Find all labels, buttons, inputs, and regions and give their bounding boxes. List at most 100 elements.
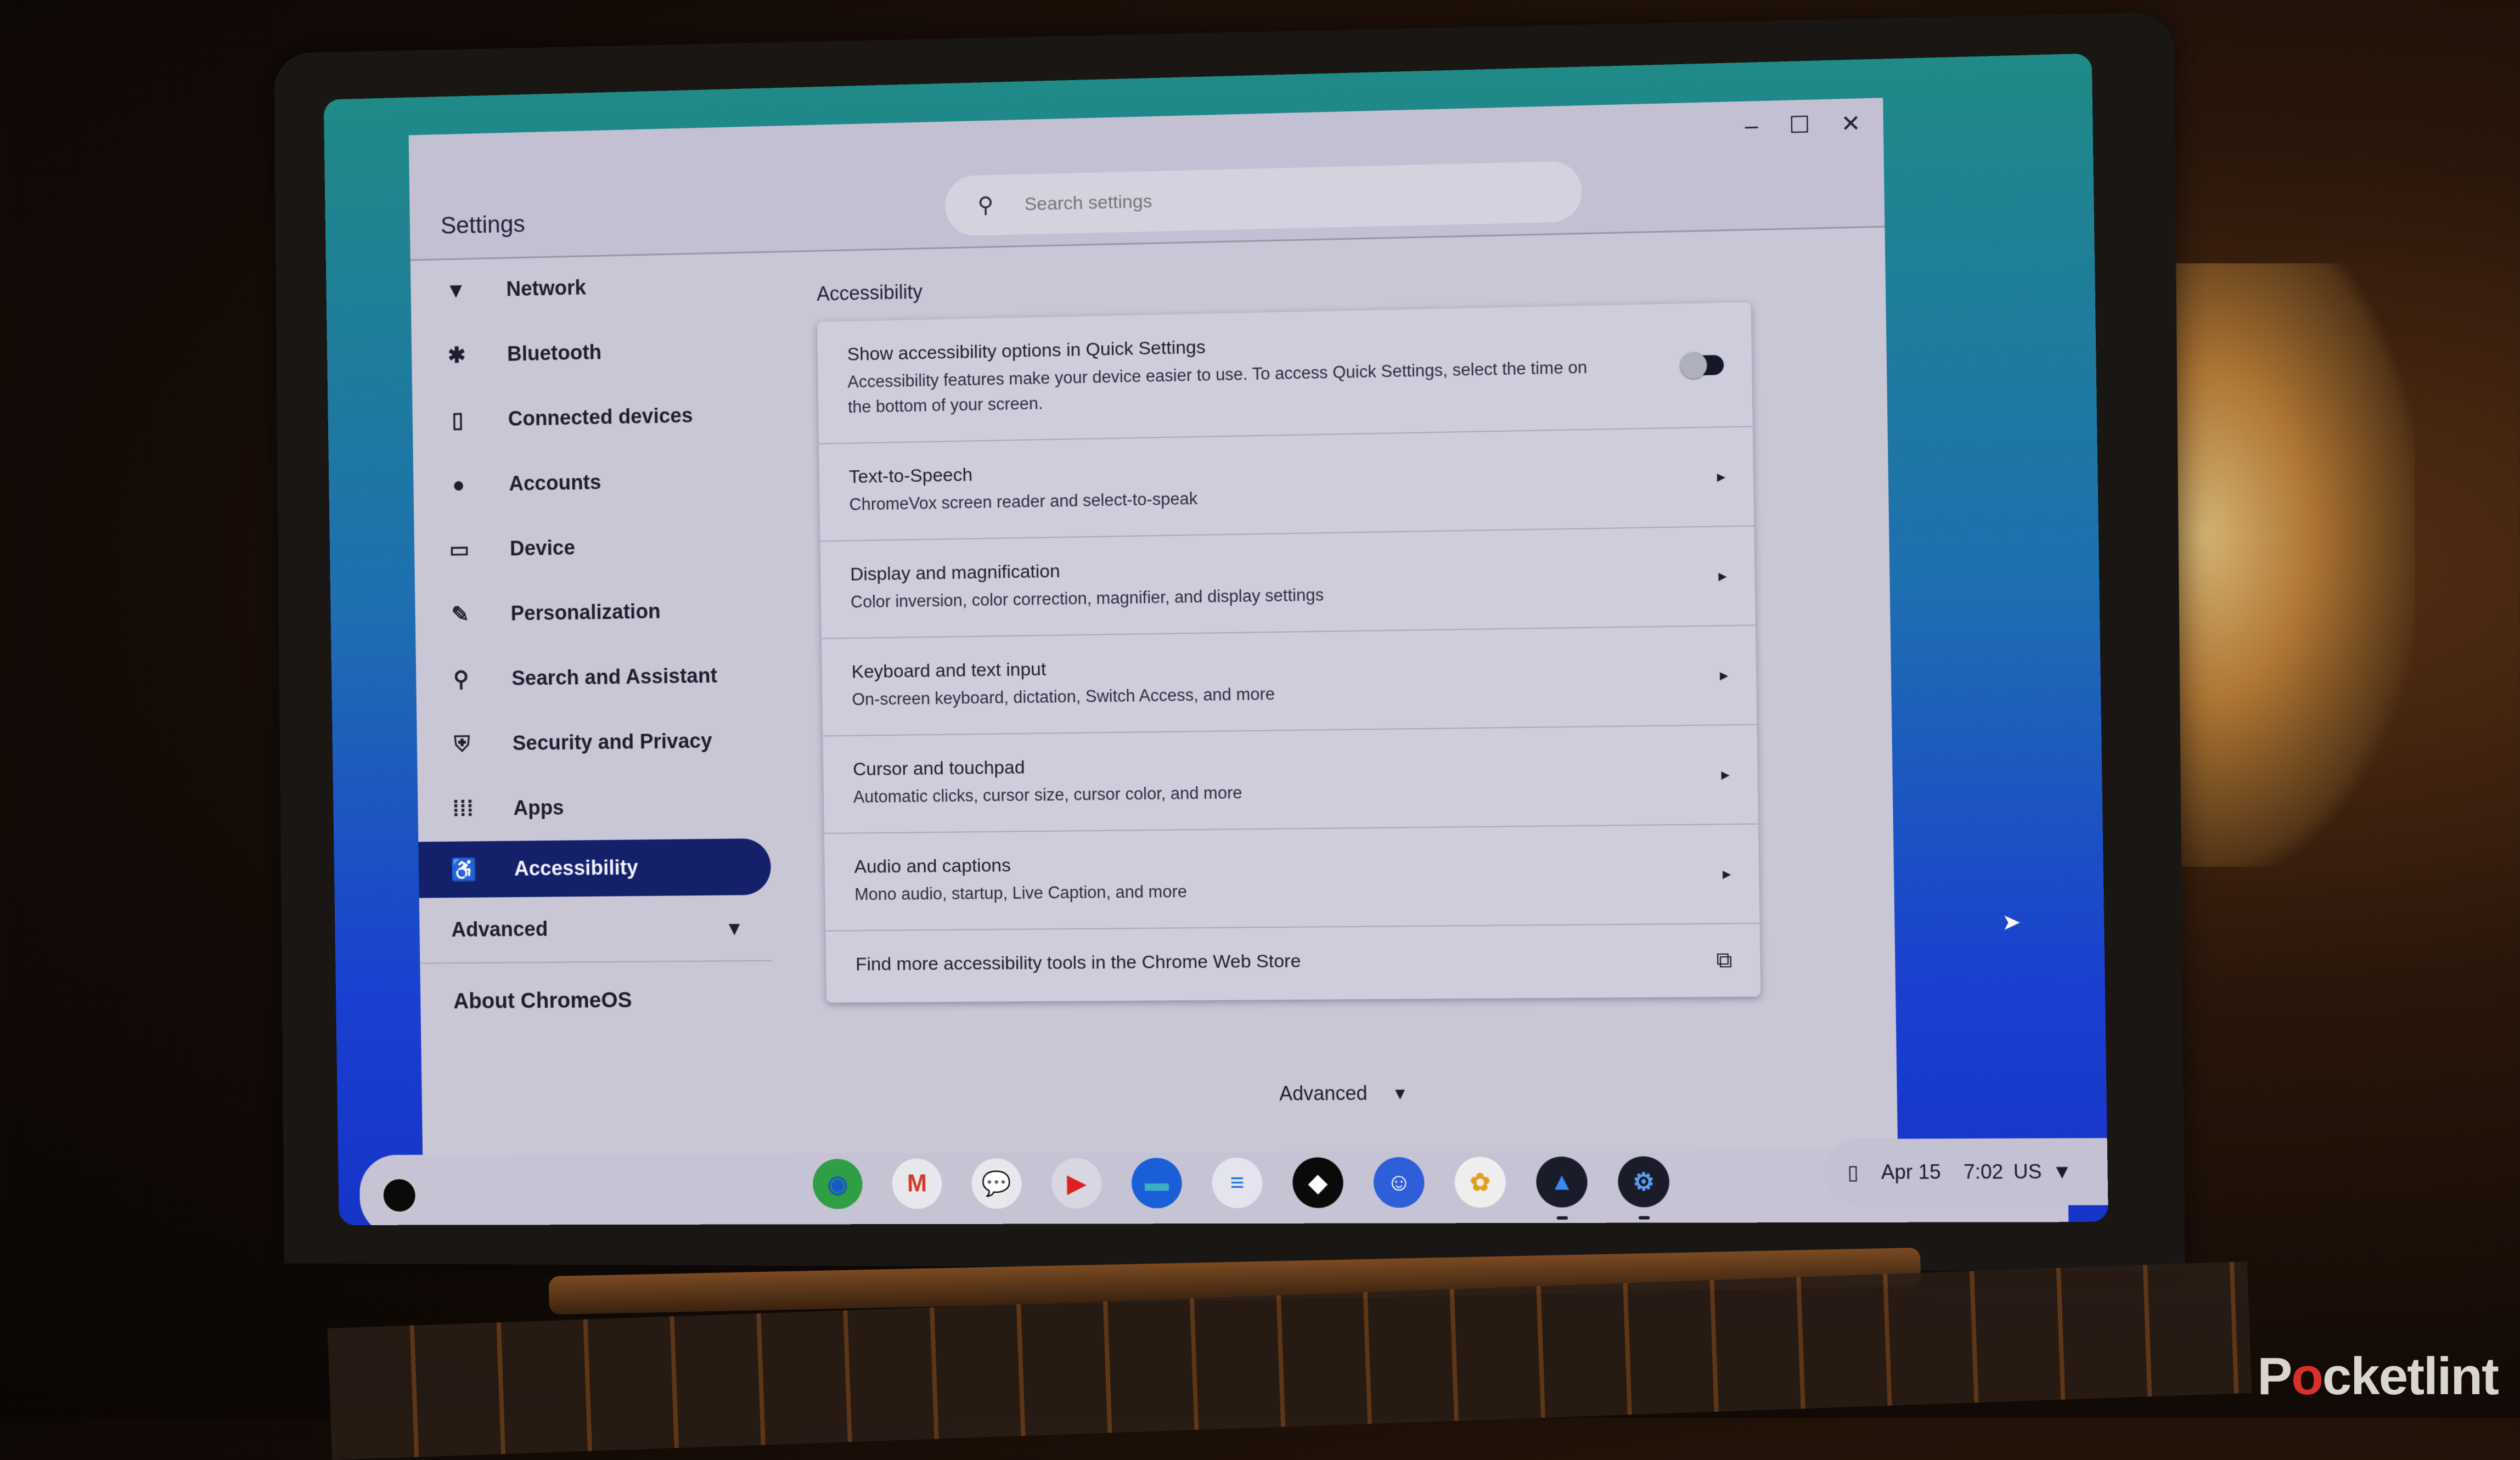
pocketlint-watermark: Pocketlint xyxy=(2257,1346,2499,1407)
row-title: Text-to-Speech xyxy=(848,464,973,488)
row-subtitle: On-screen keyboard, dictation, Switch Ac… xyxy=(852,684,1275,709)
chevron-down-icon: ▾ xyxy=(729,916,740,940)
web-store-link-row[interactable]: Find more accessibility tools in the Chr… xyxy=(825,924,1760,1003)
settings-window: – ☐ ✕ Settings ⚲ ▼ Network ✱ Bluetooth ▯… xyxy=(408,98,1898,1171)
shelf-app-discord[interactable]: ☺ xyxy=(1373,1157,1425,1208)
quick-settings-row: Show accessibility options in Quick Sett… xyxy=(817,302,1753,444)
watermark-text: P xyxy=(2257,1347,2292,1406)
brush-icon: ✎ xyxy=(451,602,470,627)
shelf-app-chrome[interactable]: ◉ xyxy=(812,1159,863,1209)
row-title: Audio and captions xyxy=(854,855,1011,877)
discord-icon: ☺ xyxy=(1386,1168,1412,1196)
web-store-link[interactable]: Find more accessibility tools in the Chr… xyxy=(856,951,1301,976)
sidebar-item-personalization[interactable]: ✎ Personalization xyxy=(415,577,789,648)
sidebar-item-label: Personalization xyxy=(510,600,661,625)
sidebar-advanced-toggle[interactable]: Advanced ▾ xyxy=(419,894,772,964)
row-subtitle: ChromeVox screen reader and select-to-sp… xyxy=(849,489,1198,514)
sidebar-item-search-and-assistant[interactable]: ⚲ Search and Assistant xyxy=(415,642,790,713)
chevron-right-icon[interactable]: ▸ xyxy=(1718,566,1727,586)
running-indicator xyxy=(1556,1216,1568,1220)
clock: 7:02 xyxy=(1963,1160,2004,1183)
sidebar-item-bluetooth[interactable]: ✱ Bluetooth xyxy=(411,316,785,388)
close-button[interactable]: ✕ xyxy=(1841,110,1861,138)
accessibility-icon: ♿ xyxy=(450,858,477,882)
watermark-text: cketlint xyxy=(2322,1347,2499,1406)
shelf-app-google-chat[interactable]: 💬 xyxy=(971,1158,1022,1209)
sidebar-item-label: Bluetooth xyxy=(507,341,602,366)
shelf-app-google-photos[interactable]: ✿ xyxy=(1454,1157,1506,1208)
sidebar-item-connected-devices[interactable]: ▯ Connected devices xyxy=(412,381,786,454)
row-subtitle: Automatic clicks, cursor size, cursor co… xyxy=(853,783,1242,807)
phone-icon: ▯ xyxy=(451,408,464,432)
sidebar-item-device[interactable]: ▭ Device xyxy=(414,512,788,583)
main-content: Accessibility Show accessibility options… xyxy=(816,228,1819,1170)
sidebar-item-label: Accessibility xyxy=(514,856,638,881)
sidebar-item-label: Connected devices xyxy=(508,404,693,431)
shelf-app-gallery[interactable]: ▲ xyxy=(1535,1156,1588,1220)
sidebar-item-apps[interactable]: ⁞⁞⁞ Apps xyxy=(418,773,792,842)
search-bar[interactable]: ⚲ xyxy=(944,161,1583,236)
search-icon: ⚲ xyxy=(453,667,469,692)
list-item-audio-and-captions[interactable]: Audio and captions Mono audio, startup, … xyxy=(824,824,1760,932)
shelf-app-gmail[interactable]: M xyxy=(892,1158,942,1209)
chrome-icon: ◉ xyxy=(827,1170,848,1198)
shelf-app-settings[interactable]: ⚙ xyxy=(1617,1156,1670,1220)
quick-settings-toggle[interactable] xyxy=(1680,351,1724,379)
chevron-right-icon[interactable]: ▸ xyxy=(1721,765,1730,785)
shelf-app-docs[interactable]: ≡ xyxy=(1211,1157,1263,1209)
shelf: ◉ M 💬 ▶ ▬ ≡ ◆ ☺ ✿ ▲ ⚙ ▯ Apr 15 7:02 US ▼ xyxy=(359,1137,2108,1225)
list-item-keyboard-and-text-input[interactable]: Keyboard and text input On-screen keyboa… xyxy=(821,625,1757,737)
launcher-button[interactable] xyxy=(380,1176,418,1215)
person-icon: ● xyxy=(452,472,465,497)
row-title: Display and magnification xyxy=(850,561,1061,585)
sidebar-advanced-label: Advanced xyxy=(451,917,548,942)
google-chat-icon: 💬 xyxy=(981,1170,1012,1198)
toggle-knob xyxy=(1680,351,1707,379)
sidebar-item-label: Security and Privacy xyxy=(512,729,712,755)
search-input[interactable] xyxy=(1023,182,1465,216)
row-title: Cursor and touchpad xyxy=(852,757,1025,780)
phone-hub-icon[interactable]: ▯ xyxy=(1847,1160,1859,1184)
apps-grid-icon: ⁞⁞⁞ xyxy=(452,797,474,821)
window-controls: – ☐ ✕ xyxy=(1745,110,1861,140)
chevron-right-icon[interactable]: ▸ xyxy=(1723,864,1731,884)
advanced-section-toggle[interactable]: Advanced ▾ xyxy=(1279,1080,1819,1106)
mouse-cursor-icon: ➤ xyxy=(2001,910,2021,935)
running-indicator xyxy=(1638,1216,1650,1220)
bluetooth-icon: ✱ xyxy=(447,343,466,368)
system-tray[interactable]: 7:02 US ▼ xyxy=(1964,1160,2073,1183)
sidebar-item-label: Network xyxy=(506,276,587,301)
row-subtitle: Mono audio, startup, Live Caption, and m… xyxy=(854,882,1188,904)
sidebar-item-network[interactable]: ▼ Network xyxy=(410,251,785,324)
shelf-app-tidal[interactable]: ◆ xyxy=(1292,1157,1344,1208)
shield-icon: ⛨ xyxy=(454,732,470,756)
shelf-app-files[interactable]: ▬ xyxy=(1131,1158,1183,1209)
list-item-text-to-speech[interactable]: Text-to-Speech ChromeVox screen reader a… xyxy=(818,427,1754,542)
gmail-icon: M xyxy=(907,1170,927,1197)
chevron-right-icon[interactable]: ▸ xyxy=(1719,666,1729,685)
external-link-icon[interactable]: ⧉ xyxy=(1716,948,1733,973)
wifi-icon: ▼ xyxy=(2051,1160,2073,1183)
list-item-cursor-and-touchpad[interactable]: Cursor and touchpad Automatic clicks, cu… xyxy=(823,725,1758,834)
date-display[interactable]: Apr 15 xyxy=(1881,1160,1941,1184)
chevron-down-icon: ▾ xyxy=(1394,1081,1405,1104)
files-icon: ▬ xyxy=(1144,1169,1169,1197)
sidebar-item-label: Search and Assistant xyxy=(511,664,718,690)
sidebar: ▼ Network ✱ Bluetooth ▯ Connected device… xyxy=(410,251,797,1171)
sidebar-item-accounts[interactable]: ● Accounts xyxy=(413,447,788,518)
sidebar-item-security-and-privacy[interactable]: ⛨ Security and Privacy xyxy=(417,708,791,777)
shelf-app-youtube[interactable]: ▶ xyxy=(1051,1158,1102,1209)
sidebar-item-about-chromeos[interactable]: About ChromeOS xyxy=(420,961,795,1040)
chromeos-screen: – ☐ ✕ Settings ⚲ ▼ Network ✱ Bluetooth ▯… xyxy=(323,53,2108,1225)
list-item-display-and-magnification[interactable]: Display and magnification Color inversio… xyxy=(820,526,1756,639)
row-title: Keyboard and text input xyxy=(851,658,1047,683)
page-title: Accessibility xyxy=(816,280,923,305)
minimize-button[interactable]: – xyxy=(1745,112,1758,139)
status-area[interactable]: ▯ Apr 15 7:02 US ▼ xyxy=(1824,1137,2108,1206)
row-subtitle: Color inversion, color correction, magni… xyxy=(850,585,1324,612)
search-icon: ⚲ xyxy=(977,193,994,218)
chevron-right-icon[interactable]: ▸ xyxy=(1717,467,1725,487)
maximize-button[interactable]: ☐ xyxy=(1788,111,1810,139)
sidebar-item-accessibility[interactable]: ♿ Accessibility xyxy=(418,838,772,898)
wifi-icon: ▼ xyxy=(445,278,467,303)
